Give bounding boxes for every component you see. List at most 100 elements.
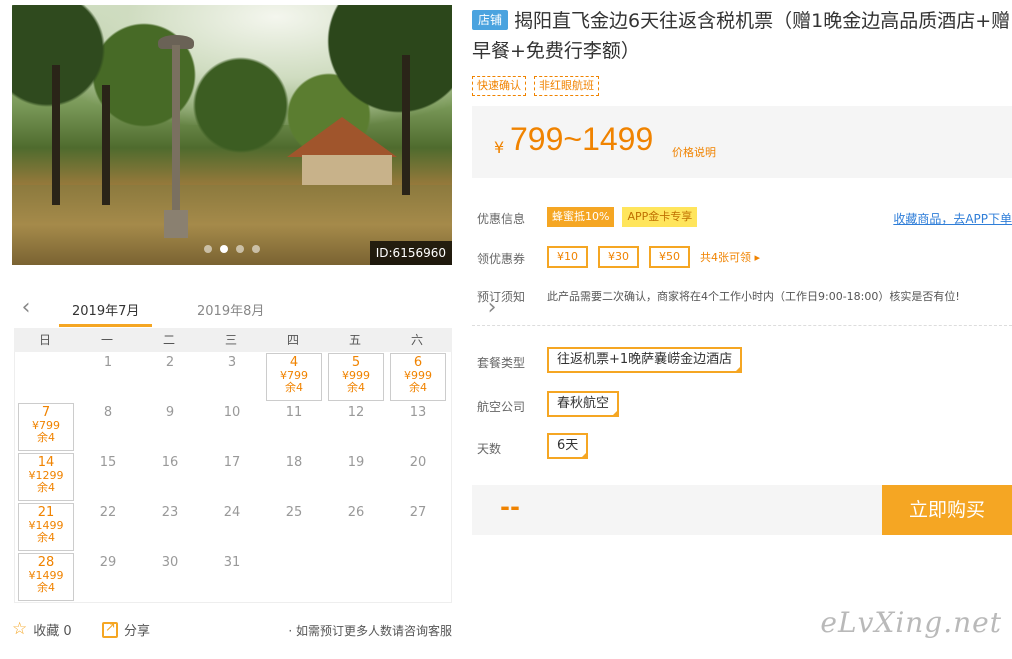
carousel-dot[interactable] [252,245,260,253]
carousel-dot[interactable] [204,245,212,253]
airline-row: 航空公司 春秋航空 [472,391,1012,422]
photo-temple-body [302,155,392,185]
weekday-label: 日 [38,333,51,347]
photo-actions-bar: ☆ 收藏 0 分享 · 如需预订更多人数请咨询客服 [12,618,452,642]
days-option[interactable]: 6天 [547,433,589,459]
coupon-more-link[interactable]: 共4张可领 ▸ [700,249,760,265]
promo-badges: 蜂蜜抵10% APP金卡专享 [547,207,698,227]
calendar-day-number: 23 [161,505,179,520]
total-price: -- [500,493,520,521]
favorite-button[interactable]: ☆ 收藏 0 [12,619,72,640]
calendar-day: 29 [77,552,139,602]
calendar-month-july[interactable]: 2019年7月 [72,300,139,319]
calendar-day-number: 29 [99,555,117,570]
calendar-nav: ‹ 2019年7月 2019年8月 › [12,292,496,328]
coupon-10[interactable]: ¥10 [547,246,588,268]
section-divider [472,325,1012,326]
calendar-day-available[interactable]: 7 ¥799 余4 [15,402,77,452]
calendar-day-number: 2 [165,355,175,370]
package-label: 套餐类型 [477,356,526,370]
photo-trunk [102,85,110,205]
notice-label: 预订须知 [477,290,526,304]
calendar-day-remaining: 余4 [37,581,55,594]
calendar-day-number: 27 [409,505,427,520]
calendar-day: 11 [263,402,325,452]
share-button[interactable]: 分享 [102,620,150,639]
buy-now-button[interactable]: 立即购买 [882,485,1012,535]
weekday-label: 六 [410,333,423,347]
calendar-day: 15 [77,452,139,502]
calendar-day-number: 9 [165,405,175,420]
calendar-day-number: 13 [409,405,427,420]
coupon-row: 领优惠券 ¥10 ¥30 ¥50 共4张可领 ▸ [472,246,1012,270]
weekday-label: 五 [348,333,361,347]
calendar-day-number: 22 [99,505,117,520]
calendar-day-available[interactable]: 5 ¥999 余4 [325,352,387,402]
shop-tag: 店铺 [472,10,509,30]
star-icon: ☆ [12,619,28,639]
coupon-30[interactable]: ¥30 [598,246,639,268]
promo-label: 优惠信息 [477,212,526,226]
package-row: 套餐类型 往返机票+1晚萨嚢崂金边酒店 [472,347,1012,378]
calendar-grid: 1 2 3 4 ¥799 余4 5 ¥999 余4 6 ¥999 余4 7 ¥799 余4 8 9 10 11 12 1… [14,352,452,603]
calendar-day: 8 [77,402,139,452]
share-label: 分享 [124,624,151,639]
calendar-day: 18 [263,452,325,502]
calendar-day-number: 5 [351,355,361,370]
calendar-day: 10 [201,402,263,452]
calendar-day: 16 [139,452,201,502]
calendar-day-number: 4 [289,355,299,370]
calendar-day-number: 12 [347,405,365,420]
price-currency: ¥ [494,138,505,157]
package-option[interactable]: 往返机票+1晚萨嚢崂金边酒店 [547,347,743,373]
calendar-day: 23 [139,502,201,552]
app-gold-badge: APP金卡专享 [622,207,698,227]
calendar-day-remaining: 余4 [285,381,303,394]
product-title-block: 店铺 揭阳直飞金边6天往返含税机票（赠1晚金边高品质酒店+赠早餐+免费行李额） [472,6,1012,66]
calendar-day-available[interactable]: 6 ¥999 余4 [387,352,449,402]
product-tag: 快速确认 [472,76,526,96]
price-explain-link[interactable]: 价格说明 [672,144,716,160]
calendar-day-number: 20 [409,455,427,470]
calendar-day-number: 3 [227,355,237,370]
calendar-day-available[interactable]: 21 ¥1499 余4 [15,502,77,552]
chevron-left-icon[interactable]: ‹ [18,297,34,319]
notice-row: 预订须知 此产品需要二次确认，商家将在4个工作小时内（工作日9:00-18:00… [472,288,1012,308]
group-booking-note: · 如需预订更多人数请咨询客服 [288,624,452,638]
product-title: 揭阳直飞金边6天往返含税机票（赠1晚金边高品质酒店+赠早餐+免费行李额） [472,10,1011,62]
coupon-label: 领优惠券 [477,252,526,266]
photo-temple-roof [287,117,397,157]
calendar-day-available[interactable]: 4 ¥799 余4 [263,352,325,402]
calendar-day-number: 21 [37,505,55,520]
calendar-day-number: 30 [161,555,179,570]
calendar-day: 1 [77,352,139,402]
airline-label: 航空公司 [477,400,526,414]
carousel-dot-active[interactable] [220,245,228,253]
calendar-day-number: 6 [413,355,423,370]
product-photo[interactable]: ID:6156960 [12,5,452,265]
days-row: 天数 6天 [472,433,1012,464]
calendar-day-number: 28 [37,555,55,570]
calendar-day: 24 [201,502,263,552]
calendar-day-number: 31 [223,555,241,570]
price-calendar: ‹ 2019年7月 2019年8月 › 日 一 二 三 四 五 六 1 2 3 4 ¥7… [12,292,496,603]
favorite-label: 收藏 0 [33,624,72,639]
product-tag: 非红眼航班 [534,76,599,96]
carousel-dot[interactable] [236,245,244,253]
calendar-day-number: 15 [99,455,117,470]
favorite-app-link[interactable]: 收藏商品，去APP下单 [893,210,1012,227]
airline-option[interactable]: 春秋航空 [547,391,620,417]
product-tags: 快速确认 非红眼航班 [472,76,599,96]
calendar-day-available[interactable]: 14 ¥1299 余4 [15,452,77,502]
calendar-day-available[interactable]: 28 ¥1499 余4 [15,552,77,602]
days-label: 天数 [477,442,502,456]
calendar-day: 19 [325,452,387,502]
calendar-month-august[interactable]: 2019年8月 [197,300,264,319]
calendar-day-number: 18 [285,455,303,470]
coupon-50[interactable]: ¥50 [649,246,690,268]
calendar-day: 3 [201,352,263,402]
weekday-label: 四 [286,333,299,347]
site-watermark: eLvXing.net [820,606,1002,639]
weekday-label: 二 [162,333,175,347]
calendar-day-number: 16 [161,455,179,470]
